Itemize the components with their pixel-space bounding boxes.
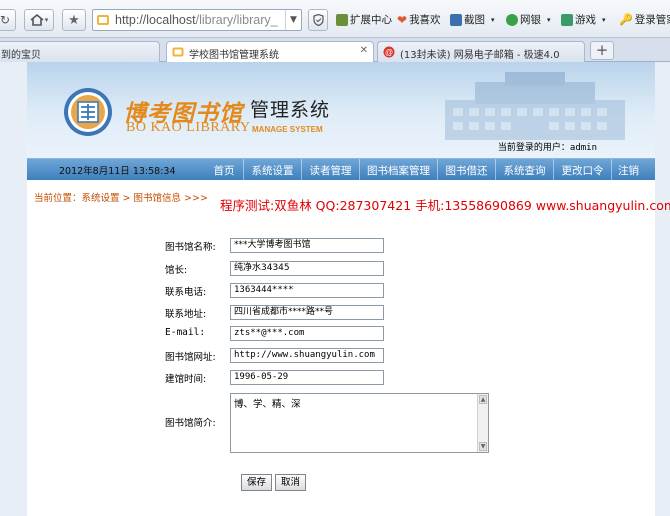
phone-field[interactable]: 1363444**** xyxy=(230,283,384,298)
library-page: 博考图书馆 管理系统 BO KAO LIBRARY MANAGE SYSTEM … xyxy=(27,62,670,516)
site-favicon-icon xyxy=(172,47,184,57)
bank-icon xyxy=(506,13,518,26)
nav-datetime: 2012年8月11日 13:58:34 xyxy=(59,166,176,177)
address-url: http://localhost/library/library_ xyxy=(115,13,278,27)
address-label: 联系地址: xyxy=(165,309,207,320)
new-tab-button[interactable]: + xyxy=(590,41,614,60)
site-favicon-icon xyxy=(97,15,109,25)
save-button[interactable]: 保存 xyxy=(241,474,273,491)
website-field[interactable]: http://www.shuangyulin.com xyxy=(230,348,384,363)
intro-textarea[interactable]: 博、学、精、深 ▲ ▼ xyxy=(230,393,489,453)
cancel-button[interactable]: 取消 xyxy=(275,474,307,491)
nav-item-home[interactable]: 首页 xyxy=(205,159,243,180)
library-name-label: 图书馆名称: xyxy=(165,242,216,253)
favorite-button[interactable]: ★ xyxy=(62,9,86,31)
tab-library-system[interactable]: 学校图书馆管理系统 ✕ xyxy=(166,41,374,63)
key-icon: 🔑 xyxy=(619,13,633,26)
current-user-label: 当前登录的用户： xyxy=(497,143,570,153)
header-banner: 博考图书馆 管理系统 BO KAO LIBRARY MANAGE SYSTEM … xyxy=(27,62,655,158)
current-user-name: admin xyxy=(569,143,597,153)
library-logo-icon xyxy=(64,88,112,136)
nav-item-borrow-return[interactable]: 图书借还 xyxy=(437,159,495,180)
bookmark-games[interactable]: 游戏 ▾ xyxy=(561,12,606,27)
shield-icon xyxy=(312,14,324,26)
library-name-field[interactable]: ***大学博考图书馆 xyxy=(230,238,384,253)
refresh-button[interactable]: ↻ xyxy=(0,9,16,31)
home-button[interactable]: ▾ xyxy=(24,9,54,31)
email-label: E-mail: xyxy=(165,327,206,338)
heart-icon: ❤ xyxy=(397,12,408,27)
nav-item-book-archive[interactable]: 图书档案管理 xyxy=(359,159,437,180)
email-field[interactable]: zts**@***.com xyxy=(230,326,384,341)
address-bar[interactable]: http://localhost/library/library_ ▼ xyxy=(92,9,302,31)
promo-text: 程序测试:双鱼林 QQ:287307421 手机:13558690869 www… xyxy=(220,198,670,213)
scroll-down-icon[interactable]: ▼ xyxy=(479,442,487,451)
breadcrumb: 当前位置：系统设置 > 图书馆信息 >>> xyxy=(34,193,208,204)
intro-scrollbar[interactable]: ▲ ▼ xyxy=(477,394,488,452)
library-title-en: BO KAO LIBRARY xyxy=(126,120,251,135)
tab-netease-mail[interactable]: @ (13封未读) 网易电子邮箱 - 极速4.0 xyxy=(377,41,585,62)
tab-bar: 到的宝贝 学校图书馆管理系统 ✕ @ (13封未读) 网易电子邮箱 - 极速4.… xyxy=(0,38,670,63)
refresh-icon: ↻ xyxy=(0,13,11,27)
address-dropdown-icon[interactable]: ▼ xyxy=(285,10,301,30)
bookmark-screenshot[interactable]: 截图 ▾ xyxy=(450,12,495,27)
nav-item-reader-management[interactable]: 读者管理 xyxy=(301,159,359,180)
tab-taobao[interactable]: 到的宝贝 xyxy=(0,41,160,62)
intro-text: 博、学、精、深 xyxy=(234,399,301,410)
screenshot-icon xyxy=(450,13,462,26)
close-icon[interactable]: ✕ xyxy=(360,45,368,56)
system-title-en: MANAGE SYSTEM xyxy=(252,125,323,134)
bookmark-favorites[interactable]: ❤ 我喜欢 xyxy=(397,12,441,27)
curator-field[interactable]: 纯净水34345 xyxy=(230,261,384,276)
main-nav: 2012年8月11日 13:58:34 首页 系统设置 读者管理 图书档案管理 … xyxy=(27,158,655,180)
chevron-down-icon: ▾ xyxy=(44,16,49,24)
system-title: 管理系统 xyxy=(250,99,331,121)
mail-icon: @ xyxy=(383,46,395,58)
nav-item-change-password[interactable]: 更改口令 xyxy=(553,159,611,180)
chevron-down-icon: ▾ xyxy=(547,15,551,24)
website-label: 图书馆网址: xyxy=(165,352,216,363)
intro-label: 图书馆简介: xyxy=(165,418,216,429)
star-icon: ★ xyxy=(68,12,80,28)
gamepad-icon xyxy=(561,13,573,26)
nav-item-system-query[interactable]: 系统查询 xyxy=(495,159,553,180)
puzzle-icon xyxy=(336,13,348,26)
bookmark-login-manager[interactable]: 🔑登录管家 xyxy=(619,12,670,27)
current-user: 当前登录的用户：admin xyxy=(498,140,597,153)
phone-label: 联系电话: xyxy=(165,287,207,298)
home-icon xyxy=(30,14,44,26)
security-button[interactable] xyxy=(308,9,328,31)
svg-text:@: @ xyxy=(385,48,393,57)
bookmark-online-bank[interactable]: 网银 ▾ xyxy=(506,12,551,27)
chevron-down-icon: ▾ xyxy=(602,15,606,24)
address-field[interactable]: 四川省成都市****路**号 xyxy=(230,305,384,320)
founded-date-label: 建馆时间: xyxy=(165,374,207,385)
browser-toolbar: ↻ ▾ ★ http://localhost/library/library_ … xyxy=(0,0,670,38)
scroll-up-icon[interactable]: ▲ xyxy=(479,395,487,404)
founded-date-field[interactable]: 1996-05-29 xyxy=(230,370,384,385)
chevron-down-icon: ▾ xyxy=(491,15,495,24)
library-building-image xyxy=(445,72,625,140)
curator-label: 馆长: xyxy=(165,265,188,276)
bookmark-extension-center[interactable]: 扩展中心 xyxy=(336,12,392,27)
nav-item-logout[interactable]: 注销 xyxy=(611,159,645,180)
nav-item-system-settings[interactable]: 系统设置 xyxy=(243,159,301,180)
